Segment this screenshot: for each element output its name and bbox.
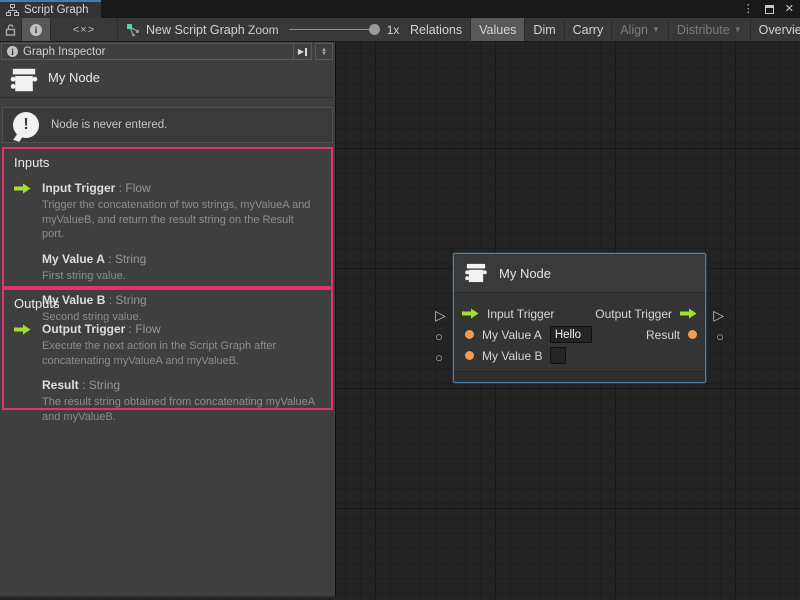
my-node-header[interactable]: My Node xyxy=(454,254,705,293)
info-icon: i xyxy=(7,46,18,57)
my-node[interactable]: My Node Input Trigger Output Trigger xyxy=(453,253,706,383)
script-graph-window: Script Graph ⋮ ✕ i <×> xyxy=(0,0,800,600)
flow-port-icon[interactable]: ▷ xyxy=(713,308,724,322)
port-name: My Value A xyxy=(42,252,105,266)
dock-button[interactable]: ▶ xyxy=(293,44,311,59)
flow-out-port-icon[interactable] xyxy=(680,308,697,319)
inspector-scroll-buttons: ▲ ▼ xyxy=(315,43,333,60)
value-in-port-icon[interactable] xyxy=(465,330,474,339)
toolbar-right-group: Relations Values Dim Carry Align ▼ Distr… xyxy=(402,18,800,41)
port-type: String xyxy=(79,378,120,392)
toolbar: i <×> New Script Graph Zoom 1x Relations… xyxy=(0,18,800,42)
port-doc-input-trigger: Input TriggerFlow Trigger the concatenat… xyxy=(14,179,321,242)
code-view-button[interactable]: <×> xyxy=(51,18,117,41)
relations-button[interactable]: Relations xyxy=(402,18,470,41)
output-trigger-label: Output Trigger xyxy=(595,307,672,321)
node-row-trigger: Input Trigger Output Trigger xyxy=(462,304,697,323)
port-description: First string value. xyxy=(42,269,146,284)
graph-inspector-panel: i Graph Inspector ▶ ▲ ▼ My Node ! Node i… xyxy=(0,42,336,598)
carry-button[interactable]: Carry xyxy=(565,18,612,41)
warning-icon: ! xyxy=(13,112,39,138)
outputs-heading: Outputs xyxy=(14,296,321,311)
inputs-section: Inputs Input TriggerFlow Trigger the con… xyxy=(2,147,333,288)
close-icon[interactable]: ✕ xyxy=(785,4,794,15)
zoom-control: Zoom 1x xyxy=(248,18,399,41)
port-name: Result xyxy=(42,378,79,392)
tab-strip: Script Graph ⋮ ✕ xyxy=(0,0,800,18)
inspected-node-section: My Node xyxy=(0,62,336,98)
window-controls: ⋮ ✕ xyxy=(743,0,794,18)
my-value-b-input[interactable] xyxy=(550,347,566,364)
port-description: Execute the next action in the Script Gr… xyxy=(42,339,321,368)
warning-message: ! Node is never entered. xyxy=(2,107,333,143)
value-port-icon[interactable]: ○ xyxy=(435,351,443,365)
zoom-label: Zoom xyxy=(248,23,279,37)
port-doc-result: ResultString The result string obtained … xyxy=(14,376,321,424)
inspected-node-title: My Node xyxy=(48,70,100,85)
values-button[interactable]: Values xyxy=(471,18,524,41)
inspector-title: Graph Inspector xyxy=(23,46,288,58)
port-type: Flow xyxy=(125,322,160,336)
lock-button[interactable] xyxy=(0,18,21,41)
chevron-down-icon: ▼ xyxy=(734,25,742,34)
value-port-icon[interactable]: ○ xyxy=(716,330,724,344)
code-icon: <×> xyxy=(73,24,95,36)
flow-port-icon xyxy=(14,324,31,335)
value-in-port-icon[interactable] xyxy=(465,351,474,360)
graph-asset-icon xyxy=(126,23,141,37)
info-icon: i xyxy=(30,24,42,36)
lock-icon xyxy=(5,24,16,36)
result-label: Result xyxy=(646,328,680,342)
align-dropdown[interactable]: Align ▼ xyxy=(612,18,668,41)
value-out-port-icon[interactable] xyxy=(688,330,697,339)
node-title: My Node xyxy=(499,266,551,281)
node-row-value-a: My Value A Result xyxy=(462,325,697,344)
inspector-toggle-button[interactable]: i xyxy=(22,18,50,41)
my-node-body: Input Trigger Output Trigger My Value A … xyxy=(454,293,705,365)
port-description: The result string obtained from concaten… xyxy=(42,395,321,424)
port-name: Output Trigger xyxy=(42,322,125,336)
graph-breadcrumb-button[interactable]: New Script Graph xyxy=(126,18,245,41)
script-graph-tab-icon xyxy=(6,4,19,16)
port-type: String xyxy=(105,252,146,266)
port-name: Input Trigger xyxy=(42,181,115,195)
node-row-value-b: My Value B xyxy=(462,346,697,365)
my-value-a-label: My Value A xyxy=(482,328,542,342)
outputs-section: Outputs Output TriggerFlow Execute the n… xyxy=(2,288,333,410)
tab-script-graph[interactable]: Script Graph xyxy=(0,0,101,18)
chevron-down-icon: ▼ xyxy=(652,25,660,34)
graph-name-label: New Script Graph xyxy=(146,23,245,37)
value-port-icon[interactable]: ○ xyxy=(435,330,443,344)
my-value-a-input[interactable] xyxy=(550,326,592,343)
scroll-down-icon[interactable]: ▼ xyxy=(321,52,327,56)
zoom-slider[interactable] xyxy=(289,29,375,30)
port-doc-my-value-a: My Value AString First string value. xyxy=(14,250,321,284)
distribute-dropdown[interactable]: Distribute ▼ xyxy=(669,18,750,41)
dock-icon: ▶ xyxy=(298,47,304,56)
flow-port-icon[interactable]: ▷ xyxy=(435,308,446,322)
port-type: Flow xyxy=(115,181,150,195)
warning-text: Node is never entered. xyxy=(51,119,167,131)
maximize-icon[interactable] xyxy=(765,5,774,14)
tab-label: Script Graph xyxy=(24,4,89,16)
my-value-b-label: My Value B xyxy=(482,349,542,363)
overview-button[interactable]: Overview xyxy=(751,18,800,41)
dim-button[interactable]: Dim xyxy=(525,18,563,41)
input-trigger-label: Input Trigger xyxy=(487,307,554,321)
port-description: Trigger the concatenation of two strings… xyxy=(42,198,321,242)
flow-port-icon xyxy=(14,183,31,194)
flow-in-port-icon[interactable] xyxy=(462,308,479,319)
graph-inspector-header: i Graph Inspector ▶ xyxy=(1,43,312,60)
more-icon[interactable]: ⋮ xyxy=(743,4,754,15)
node-icon xyxy=(8,64,40,96)
zoom-value: 1x xyxy=(387,23,400,37)
node-icon xyxy=(463,260,489,286)
inputs-heading: Inputs xyxy=(14,155,321,170)
port-doc-output-trigger: Output TriggerFlow Execute the next acti… xyxy=(14,320,321,368)
node-footer xyxy=(454,371,705,382)
zoom-slider-handle[interactable] xyxy=(369,24,380,35)
